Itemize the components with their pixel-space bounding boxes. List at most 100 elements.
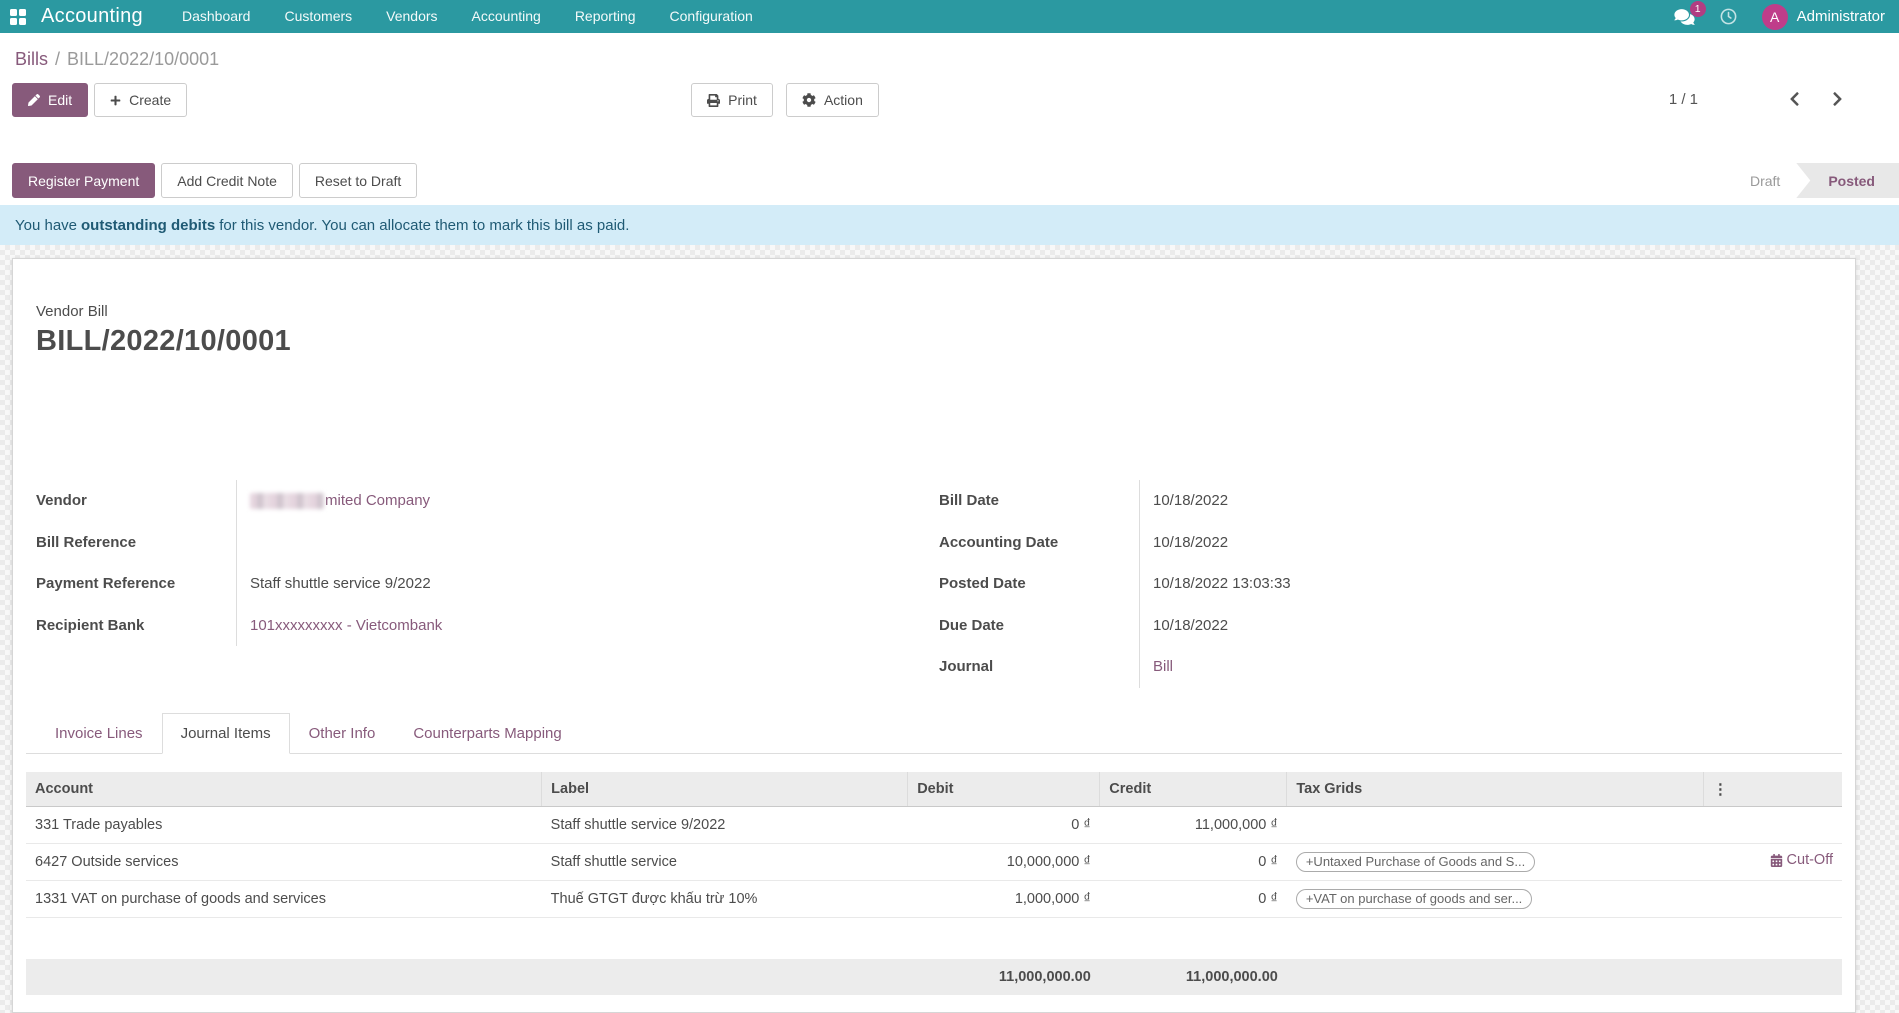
tax-grid-tag: +Untaxed Purchase of Goods and S... — [1296, 852, 1535, 872]
journal-items-table: Account Label Debit Credit Tax Grids ⋮ 3… — [26, 772, 1842, 996]
chevron-left-icon — [1788, 91, 1801, 107]
field-bill-date: Bill Date 10/18/2022 — [939, 480, 1842, 522]
plus-icon — [110, 95, 121, 106]
status-widget: Draft Posted — [1734, 163, 1899, 198]
menu-dashboard[interactable]: Dashboard — [165, 0, 268, 33]
journal-label: Journal — [939, 658, 1139, 675]
add-credit-note-button[interactable]: Add Credit Note — [161, 163, 293, 198]
activities-icon[interactable] — [1719, 7, 1738, 26]
breadcrumb: Bills / BILL/2022/10/0001 — [15, 49, 1887, 73]
column-header-label[interactable]: Label — [542, 772, 908, 807]
alert-text-suffix: for this vendor. You can allocate them t… — [219, 217, 629, 234]
menu-reporting[interactable]: Reporting — [558, 0, 653, 33]
cell-account: 331 Trade payables — [26, 806, 542, 843]
user-menu[interactable]: A Administrator — [1762, 4, 1885, 30]
pager-next-button[interactable] — [1827, 89, 1848, 109]
field-recipient-bank: Recipient Bank 101xxxxxxxxx - Vietcomban… — [36, 605, 939, 647]
table-row[interactable]: 1331 VAT on purchase of goods and servic… — [26, 880, 1842, 917]
cell-extra — [1703, 806, 1842, 843]
cell-account: 1331 VAT on purchase of goods and servic… — [26, 880, 542, 917]
table-header-row: Account Label Debit Credit Tax Grids ⋮ — [26, 772, 1842, 807]
pager-previous-button[interactable] — [1784, 89, 1805, 109]
field-due-date: Due Date 10/18/2022 — [939, 605, 1842, 647]
bill-date-value: 10/18/2022 — [1139, 480, 1842, 522]
apps-grid-icon[interactable] — [10, 9, 26, 25]
vendor-label: Vendor — [36, 492, 236, 509]
cell-debit: 1,000,000 ₫ — [908, 880, 1100, 917]
tax-grid-tag: +VAT on purchase of goods and ser... — [1296, 889, 1532, 909]
menu-configuration[interactable]: Configuration — [653, 0, 770, 33]
column-header-credit[interactable]: Credit — [1100, 772, 1287, 807]
bill-date-label: Bill Date — [939, 492, 1139, 509]
payment-reference-value: Staff shuttle service 9/2022 — [236, 563, 939, 605]
column-header-account[interactable]: Account — [26, 772, 542, 807]
cell-extra — [1703, 880, 1842, 917]
cell-debit: 0 ₫ — [908, 806, 1100, 843]
status-draft[interactable]: Draft — [1734, 163, 1796, 198]
total-debit: 11,000,000.00 — [908, 959, 1100, 995]
edit-button[interactable]: Edit — [12, 83, 88, 117]
cell-label: Staff shuttle service — [542, 843, 908, 880]
tab-counterparts-mapping[interactable]: Counterparts Mapping — [394, 713, 580, 754]
document-type-label: Vendor Bill — [36, 303, 1842, 320]
due-date-label: Due Date — [939, 617, 1139, 634]
action-button[interactable]: Action — [786, 83, 879, 117]
messages-icon[interactable]: 1 — [1674, 8, 1695, 26]
field-journal: Journal Bill — [939, 646, 1842, 688]
top-navbar: Accounting Dashboard Customers Vendors A… — [0, 0, 1899, 33]
bill-reference-label: Bill Reference — [36, 534, 236, 551]
posted-date-label: Posted Date — [939, 575, 1139, 592]
cell-tax-grids — [1287, 806, 1704, 843]
field-bill-reference: Bill Reference — [36, 522, 939, 564]
cell-label: Thuế GTGT được khấu trừ 10% — [542, 880, 908, 917]
total-credit: 11,000,000.00 — [1100, 959, 1287, 995]
avatar: A — [1762, 4, 1788, 30]
bill-number-title: BILL/2022/10/0001 — [36, 325, 1842, 358]
clock-icon — [1719, 7, 1738, 26]
cell-credit: 0 ₫ — [1100, 880, 1287, 917]
breadcrumb-current: BILL/2022/10/0001 — [67, 49, 219, 69]
column-header-tax-grids[interactable]: Tax Grids — [1287, 772, 1704, 807]
app-title[interactable]: Accounting — [41, 5, 143, 28]
pencil-icon — [28, 94, 40, 106]
menu-accounting[interactable]: Accounting — [455, 0, 558, 33]
control-panel: Bills / BILL/2022/10/0001 Edit Create Prin… — [0, 33, 1899, 117]
breadcrumb-bills-link[interactable]: Bills — [15, 49, 48, 69]
bill-reference-value — [236, 522, 939, 564]
cell-credit: 0 ₫ — [1100, 843, 1287, 880]
journal-link[interactable]: Bill — [1153, 658, 1173, 675]
tab-journal-items[interactable]: Journal Items — [162, 713, 290, 754]
create-button-label: Create — [129, 92, 171, 108]
table-spacer-row — [26, 917, 1842, 959]
cut-off-button[interactable]: Cut-Off — [1770, 852, 1833, 868]
alert-text-prefix: You have — [15, 217, 77, 234]
pager: 1 / 1 — [1669, 89, 1887, 109]
breadcrumb-separator: / — [55, 49, 60, 69]
menu-customers[interactable]: Customers — [267, 0, 369, 33]
cut-off-label: Cut-Off — [1787, 852, 1833, 868]
tab-invoice-lines[interactable]: Invoice Lines — [36, 713, 162, 754]
column-header-debit[interactable]: Debit — [908, 772, 1100, 807]
print-button-label: Print — [728, 92, 757, 108]
vendor-link[interactable]: mited Company — [325, 492, 430, 509]
recipient-bank-link[interactable]: 101xxxxxxxxx - Vietcombank — [250, 617, 442, 634]
menu-vendors[interactable]: Vendors — [369, 0, 454, 33]
print-button[interactable]: Print — [691, 83, 773, 117]
create-button[interactable]: Create — [94, 83, 187, 117]
notebook-tabs: Invoice Lines Journal Items Other Info C… — [26, 713, 1842, 754]
due-date-value: 10/18/2022 — [1139, 605, 1842, 647]
main-menu: Dashboard Customers Vendors Accounting R… — [165, 0, 770, 33]
tab-other-info[interactable]: Other Info — [290, 713, 395, 754]
cell-extra: Cut-Off — [1703, 843, 1842, 880]
edit-button-label: Edit — [48, 92, 72, 108]
table-row[interactable]: 6427 Outside services Staff shuttle serv… — [26, 843, 1842, 880]
field-posted-date: Posted Date 10/18/2022 13:03:33 — [939, 563, 1842, 605]
register-payment-button[interactable]: Register Payment — [12, 163, 155, 198]
cell-debit: 10,000,000 ₫ — [908, 843, 1100, 880]
status-posted[interactable]: Posted — [1796, 163, 1899, 198]
table-totals-row: 11,000,000.00 11,000,000.00 — [26, 959, 1842, 995]
field-groups: Vendor mited Company Bill Reference Paym… — [36, 480, 1842, 688]
reset-to-draft-button[interactable]: Reset to Draft — [299, 163, 417, 198]
table-row[interactable]: 331 Trade payables Staff shuttle service… — [26, 806, 1842, 843]
optional-columns-toggle-icon[interactable]: ⋮ — [1703, 772, 1842, 807]
